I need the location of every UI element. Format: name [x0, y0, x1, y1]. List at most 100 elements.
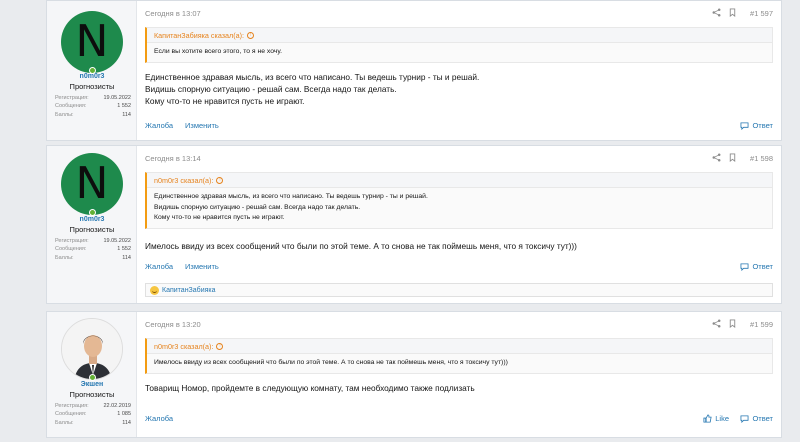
post-date[interactable]: Сегодня в 13:20: [145, 320, 201, 329]
quote-body: Имелось ввиду из всех сообщений что были…: [147, 354, 772, 373]
stat-label: Регистрация:: [55, 95, 89, 101]
username-link[interactable]: n0m0r3: [47, 73, 137, 80]
post-header: Сегодня в 13:14 #1 598: [145, 152, 773, 164]
online-status-dot: [89, 209, 96, 216]
stat-value: 114: [122, 419, 131, 426]
arrow-up-icon[interactable]: ↑: [247, 31, 255, 39]
quote-author[interactable]: КапитанЗабияка сказал(а):: [154, 31, 244, 40]
reply-icon: [741, 414, 749, 423]
stat-label: Сообщения:: [55, 246, 87, 253]
bookmark-icon[interactable]: [728, 319, 737, 328]
post-main: Сегодня в 13:07 #1 597 КапитанЗабияка ск…: [137, 1, 781, 140]
reactions-bar[interactable]: КапитанЗабияка: [145, 283, 773, 297]
quote-title[interactable]: n0m0r3 сказал(а): ↑: [147, 339, 772, 354]
post-1599: Экшен Прогнозисты Регистрация: 22.02.2019…: [46, 311, 782, 438]
like-button[interactable]: Like: [703, 414, 729, 423]
avatar[interactable]: N: [61, 11, 123, 73]
quote-line: Кому что-то не нравится пусть не играют.: [154, 214, 285, 221]
post-date[interactable]: Сегодня в 13:07: [145, 9, 201, 18]
laugh-emoji-icon: [150, 285, 159, 295]
stat-label: Сообщения:: [55, 411, 87, 418]
post-1598: N n0m0r3 Прогнозисты Регистрация: 19.05.2…: [46, 145, 782, 304]
reply-button[interactable]: Ответ: [740, 262, 773, 271]
reply-button[interactable]: Ответ: [740, 121, 773, 130]
stat-value: 19.05.2022: [103, 238, 131, 244]
stat-value: 114: [122, 111, 131, 118]
quote-author[interactable]: n0m0r3 сказал(а):: [154, 176, 213, 185]
report-link[interactable]: Жалоба: [145, 121, 173, 130]
username-link[interactable]: Экшен: [47, 381, 137, 388]
post-main: Сегодня в 13:14 #1 598 n0m0r3 сказал(а):…: [137, 146, 781, 303]
reaction-user-link[interactable]: КапитанЗабияка: [162, 287, 216, 294]
edit-link[interactable]: Изменить: [185, 121, 219, 130]
post-actions: Жалоба Like Ответ: [145, 414, 773, 424]
post-body: Имелось ввиду из всех сообщений что были…: [145, 240, 773, 252]
stat-value: 114: [122, 254, 131, 261]
report-link[interactable]: Жалоба: [145, 414, 173, 423]
quote-title[interactable]: КапитанЗабияка сказал(а): ↑: [147, 28, 772, 43]
post-line: Единственное здравая мысль, из всего что…: [145, 72, 480, 82]
quote-line: Видишь спорную ситуацию - решай сам. Все…: [154, 203, 361, 211]
stat-value: 1 552: [117, 103, 131, 110]
stat-label: Баллы:: [55, 111, 74, 118]
thumbs-up-icon: [703, 414, 712, 423]
share-icon[interactable]: [712, 319, 721, 328]
quote-block: КапитанЗабияка сказал(а): ↑ Если вы хотит…: [145, 27, 773, 63]
reply-label: Ответ: [752, 414, 773, 423]
avatar[interactable]: N: [61, 153, 123, 215]
avatar[interactable]: [61, 318, 123, 380]
post-body: Товарищ Номор, пройдемте в следующую ком…: [145, 382, 773, 394]
online-status-dot: [89, 374, 96, 381]
post-line: Кому что-то не нравится пусть не играют.: [145, 96, 305, 106]
user-avatar-icon: [62, 319, 122, 379]
user-cell: N n0m0r3 Прогнозисты Регистрация: 19.05.2…: [47, 1, 137, 140]
post-line: Имелось ввиду из всех сообщений что были…: [145, 241, 577, 251]
reply-button[interactable]: Ответ: [740, 414, 773, 423]
post-header: Сегодня в 13:07 #1 597: [145, 7, 773, 19]
stat-label: Баллы:: [55, 254, 74, 261]
stat-label: Сообщения:: [55, 103, 87, 110]
stat-label: Баллы:: [55, 419, 74, 426]
edit-link[interactable]: Изменить: [185, 262, 219, 271]
bookmark-icon[interactable]: [728, 153, 737, 162]
arrow-up-icon[interactable]: ↑: [216, 342, 224, 350]
post-line: Товарищ Номор, пройдемте в следующую ком…: [145, 383, 475, 393]
reply-icon: [741, 121, 749, 130]
quote-line: Имелось ввиду из всех сообщений что были…: [154, 359, 508, 366]
user-title: Прогнозисты: [69, 225, 115, 234]
report-link[interactable]: Жалоба: [145, 262, 173, 271]
share-icon[interactable]: [712, 153, 721, 162]
post-number[interactable]: #1 597: [750, 9, 773, 18]
quote-author[interactable]: n0m0r3 сказал(а):: [154, 342, 213, 351]
post-header: Сегодня в 13:20 #1 599: [145, 318, 773, 330]
post-date[interactable]: Сегодня в 13:14: [145, 154, 201, 163]
quote-line: Единственное здравая мысль, из всего что…: [154, 193, 428, 200]
bookmark-icon[interactable]: [728, 8, 737, 17]
stat-value: 1 552: [117, 246, 131, 253]
user-stats: Регистрация: 19.05.2022 Сообщения: 1 552 Б…: [55, 94, 131, 119]
user-cell: N n0m0r3 Прогнозисты Регистрация: 19.05.2…: [47, 146, 137, 303]
quote-body: Единственное здравая мысль, из всего что…: [147, 188, 772, 228]
quote-title[interactable]: n0m0r3 сказал(а): ↑: [147, 173, 772, 188]
user-stats: Регистрация: 22.02.2019 Сообщения: 1 085 Б…: [55, 402, 131, 427]
stat-value: 1 085: [117, 411, 131, 418]
stat-value: 22.02.2019: [103, 403, 131, 409]
reply-label: Ответ: [752, 262, 773, 271]
post-line: Видишь спорную ситуацию - решай сам. Все…: [145, 84, 397, 94]
post-number[interactable]: #1 599: [750, 320, 773, 329]
quote-block: n0m0r3 сказал(а): ↑ Единственное здравая …: [145, 172, 773, 229]
post-actions: Жалоба Изменить Ответ: [145, 121, 773, 131]
reply-icon: [741, 262, 749, 271]
user-stats: Регистрация: 19.05.2022 Сообщения: 1 552 Б…: [55, 237, 131, 262]
quote-line: Если вы хотите всего этого, то я не хочу…: [154, 48, 282, 55]
post-actions: Жалоба Изменить Ответ: [145, 262, 773, 272]
stat-value: 19.05.2022: [103, 95, 131, 101]
user-cell: Экшен Прогнозисты Регистрация: 22.02.2019…: [47, 312, 137, 437]
stat-label: Регистрация:: [55, 238, 89, 244]
share-icon[interactable]: [712, 8, 721, 17]
post-main: Сегодня в 13:20 #1 599 n0m0r3 сказал(а):…: [137, 312, 781, 437]
arrow-up-icon[interactable]: ↑: [216, 176, 224, 184]
post-number[interactable]: #1 598: [750, 154, 773, 163]
user-title: Прогнозисты: [69, 82, 115, 91]
username-link[interactable]: n0m0r3: [47, 216, 137, 223]
